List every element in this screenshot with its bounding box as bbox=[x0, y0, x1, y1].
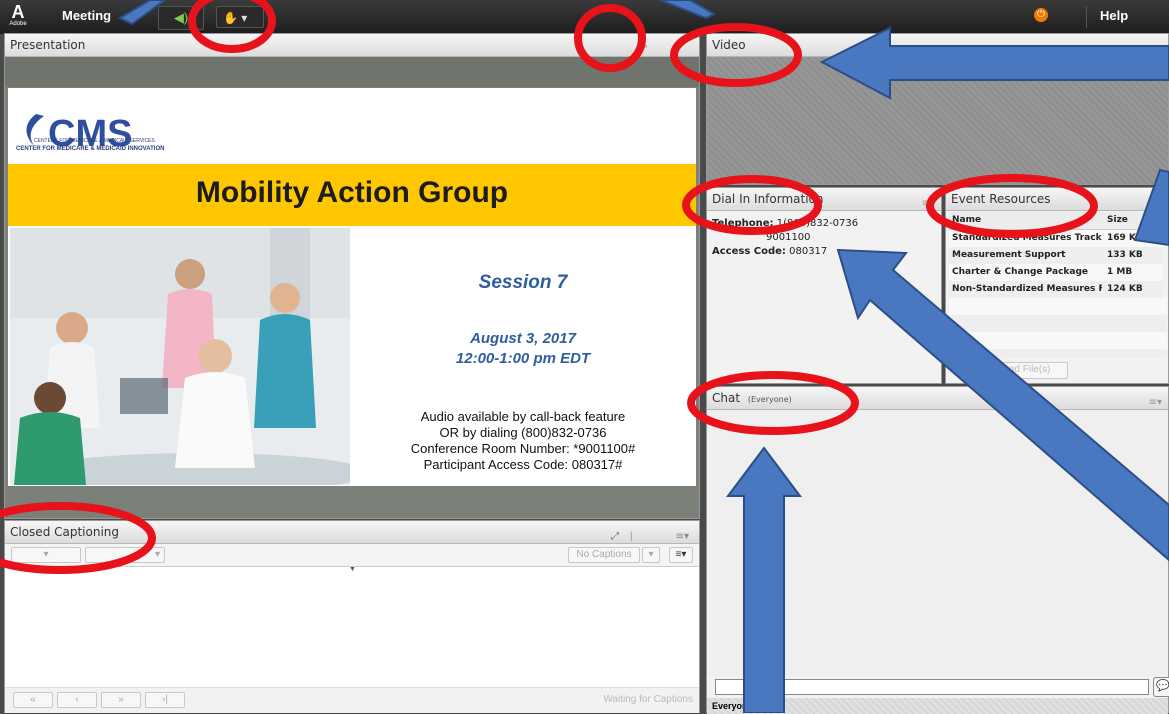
download-button[interactable]: Download File(s) bbox=[958, 362, 1068, 379]
next-caption-button[interactable]: » bbox=[101, 692, 141, 708]
resource-name: Non-Standardized Measures For bbox=[952, 284, 1102, 294]
empty-rows bbox=[949, 298, 1167, 358]
font-dropdown[interactable]: ▾ bbox=[85, 547, 165, 563]
access-code-line: Access Code: 080317 bbox=[712, 245, 936, 259]
caption-status: Waiting for Captions bbox=[603, 694, 693, 705]
meeting-menu[interactable]: Meeting bbox=[62, 8, 111, 23]
video-area bbox=[707, 57, 1168, 184]
access-code-value: 080317 bbox=[789, 246, 828, 257]
speaker-icon[interactable]: ◀) bbox=[158, 6, 204, 30]
dial-in-content: Telephone: 1(800)832-0736 9001100 Access… bbox=[707, 211, 941, 265]
chat-pod-title: Chat (Everyone) ≡▾ bbox=[707, 387, 1168, 410]
telephone-value: 1(800)832-0736 bbox=[776, 218, 859, 229]
power-icon[interactable]: ⏻ bbox=[1034, 8, 1048, 22]
help-menu[interactable]: Help bbox=[1100, 8, 1128, 23]
pod-options-icon[interactable]: ≡▾ bbox=[922, 193, 935, 215]
column-size: Size bbox=[1107, 215, 1128, 225]
closed-captioning-title: Closed Captioning bbox=[10, 525, 120, 539]
event-resources-pod-title: Event Resources bbox=[946, 188, 1168, 211]
font-size-dropdown[interactable]: ▾ bbox=[11, 547, 81, 563]
resource-name: Charter & Change Package bbox=[952, 267, 1089, 277]
menu-divider bbox=[1086, 6, 1087, 28]
resource-name: Standardized Measures Tracking bbox=[952, 233, 1102, 243]
telephone-label: Telephone: bbox=[712, 218, 774, 229]
closed-captioning-pod: Closed Captioning ⤢ | ≡▾ ▾ ▾ No Captions… bbox=[4, 520, 700, 713]
caption-options-icon[interactable]: ≡▾ bbox=[669, 547, 693, 563]
caption-playback-bar: « ‹ » ›| Waiting for Captions bbox=[5, 687, 699, 713]
chat-audience: (Everyone) bbox=[747, 395, 792, 404]
presentation-title: Presentation bbox=[10, 38, 86, 52]
slide-title: Mobility Action Group bbox=[195, 176, 509, 209]
resource-name: Measurement Support bbox=[952, 250, 1066, 260]
audio-info-line4: Participant Access Code: 080317# bbox=[423, 457, 623, 472]
collapse-arrow-icon[interactable]: ▼ bbox=[349, 566, 356, 573]
menu-bar: A Adobe Meeting ◀) ✋ ▾ ⏻ Help bbox=[0, 0, 1169, 34]
chat-recipient-bar[interactable]: Everyone bbox=[707, 698, 1168, 714]
resource-size: 124 KB bbox=[1107, 284, 1143, 294]
access-code-label: Access Code: bbox=[712, 246, 786, 257]
first-caption-button[interactable]: « bbox=[13, 692, 53, 708]
table-row[interactable]: Non-Standardized Measures For 124 KB bbox=[949, 281, 1163, 298]
audio-info-line2: OR by dialing (800)832-0736 bbox=[439, 425, 607, 440]
adobe-logo: A Adobe bbox=[9, 2, 27, 27]
previous-caption-button[interactable]: ‹ bbox=[57, 692, 97, 708]
cms-logo: CMS bbox=[26, 113, 132, 155]
resource-size: 1 MB bbox=[1107, 267, 1133, 277]
table-row[interactable]: Standardized Measures Tracking 169 KB bbox=[949, 230, 1163, 247]
presentation-pod-title: Presentation ⤢ bbox=[5, 34, 699, 57]
telephone-line: Telephone: 1(800)832-0736 bbox=[712, 217, 936, 231]
fullscreen-icon[interactable]: ⤢ bbox=[639, 39, 647, 61]
closed-captioning-pod-title: Closed Captioning ⤢ | ≡▾ bbox=[5, 521, 699, 544]
chat-messages bbox=[707, 410, 1168, 676]
audio-info-line1: Audio available by call-back feature bbox=[420, 409, 626, 424]
closed-captioning-toolbar: ▾ ▾ No Captions ▾ ≡▾ bbox=[5, 544, 699, 567]
column-name: Name bbox=[952, 215, 982, 225]
table-header: Name Size bbox=[949, 212, 1163, 230]
dial-in-pod: Dial In Information ≡▾ Telephone: 1(800)… bbox=[706, 187, 942, 384]
video-pod: Video bbox=[706, 33, 1169, 185]
event-resources-pod: Event Resources Name Size Standardized M… bbox=[945, 187, 1169, 384]
send-message-icon[interactable]: 💬 bbox=[1153, 677, 1169, 697]
resource-size: 133 KB bbox=[1107, 250, 1143, 260]
dial-in-pod-title: Dial In Information ≡▾ bbox=[707, 188, 941, 211]
no-captions-button[interactable]: No Captions bbox=[568, 547, 640, 563]
table-row[interactable]: Charter & Change Package 1 MB bbox=[949, 264, 1163, 281]
room-number-value: 9001100 bbox=[766, 232, 811, 243]
chat-recipient-label: Everyone bbox=[712, 701, 753, 711]
video-pod-title: Video bbox=[707, 34, 1168, 57]
dial-in-title: Dial In Information bbox=[712, 192, 824, 206]
cms-logo-line1: CENTERS FOR MEDICARE & MEDICAID SERVICES bbox=[34, 138, 155, 144]
session-time: 12:00-1:00 pm EDT bbox=[455, 350, 591, 367]
resource-size: 169 KB bbox=[1107, 233, 1143, 243]
session-label: Session 7 bbox=[478, 272, 568, 293]
chat-title: Chat bbox=[712, 391, 741, 405]
slide-toolbar bbox=[5, 57, 699, 87]
chat-input[interactable] bbox=[715, 679, 1149, 695]
cms-logo-line2: CENTER FOR MEDICARE & MEDICAID INNOVATIO… bbox=[16, 146, 165, 152]
chat-pod: Chat (Everyone) ≡▾ 💬 Everyone bbox=[706, 386, 1169, 714]
medical-staff-photo bbox=[10, 228, 350, 485]
slide: CMS CENTERS FOR MEDICARE & MEDICAID SERV… bbox=[8, 88, 696, 486]
session-date: August 3, 2017 bbox=[470, 330, 576, 347]
captions-dropdown[interactable]: ▾ bbox=[642, 547, 660, 563]
last-caption-button[interactable]: ›| bbox=[145, 692, 185, 708]
raise-hand-icon[interactable]: ✋ ▾ bbox=[216, 6, 264, 28]
audio-info-line3: Conference Room Number: *9001100# bbox=[410, 441, 636, 456]
table-row[interactable]: Measurement Support 133 KB bbox=[949, 247, 1163, 264]
